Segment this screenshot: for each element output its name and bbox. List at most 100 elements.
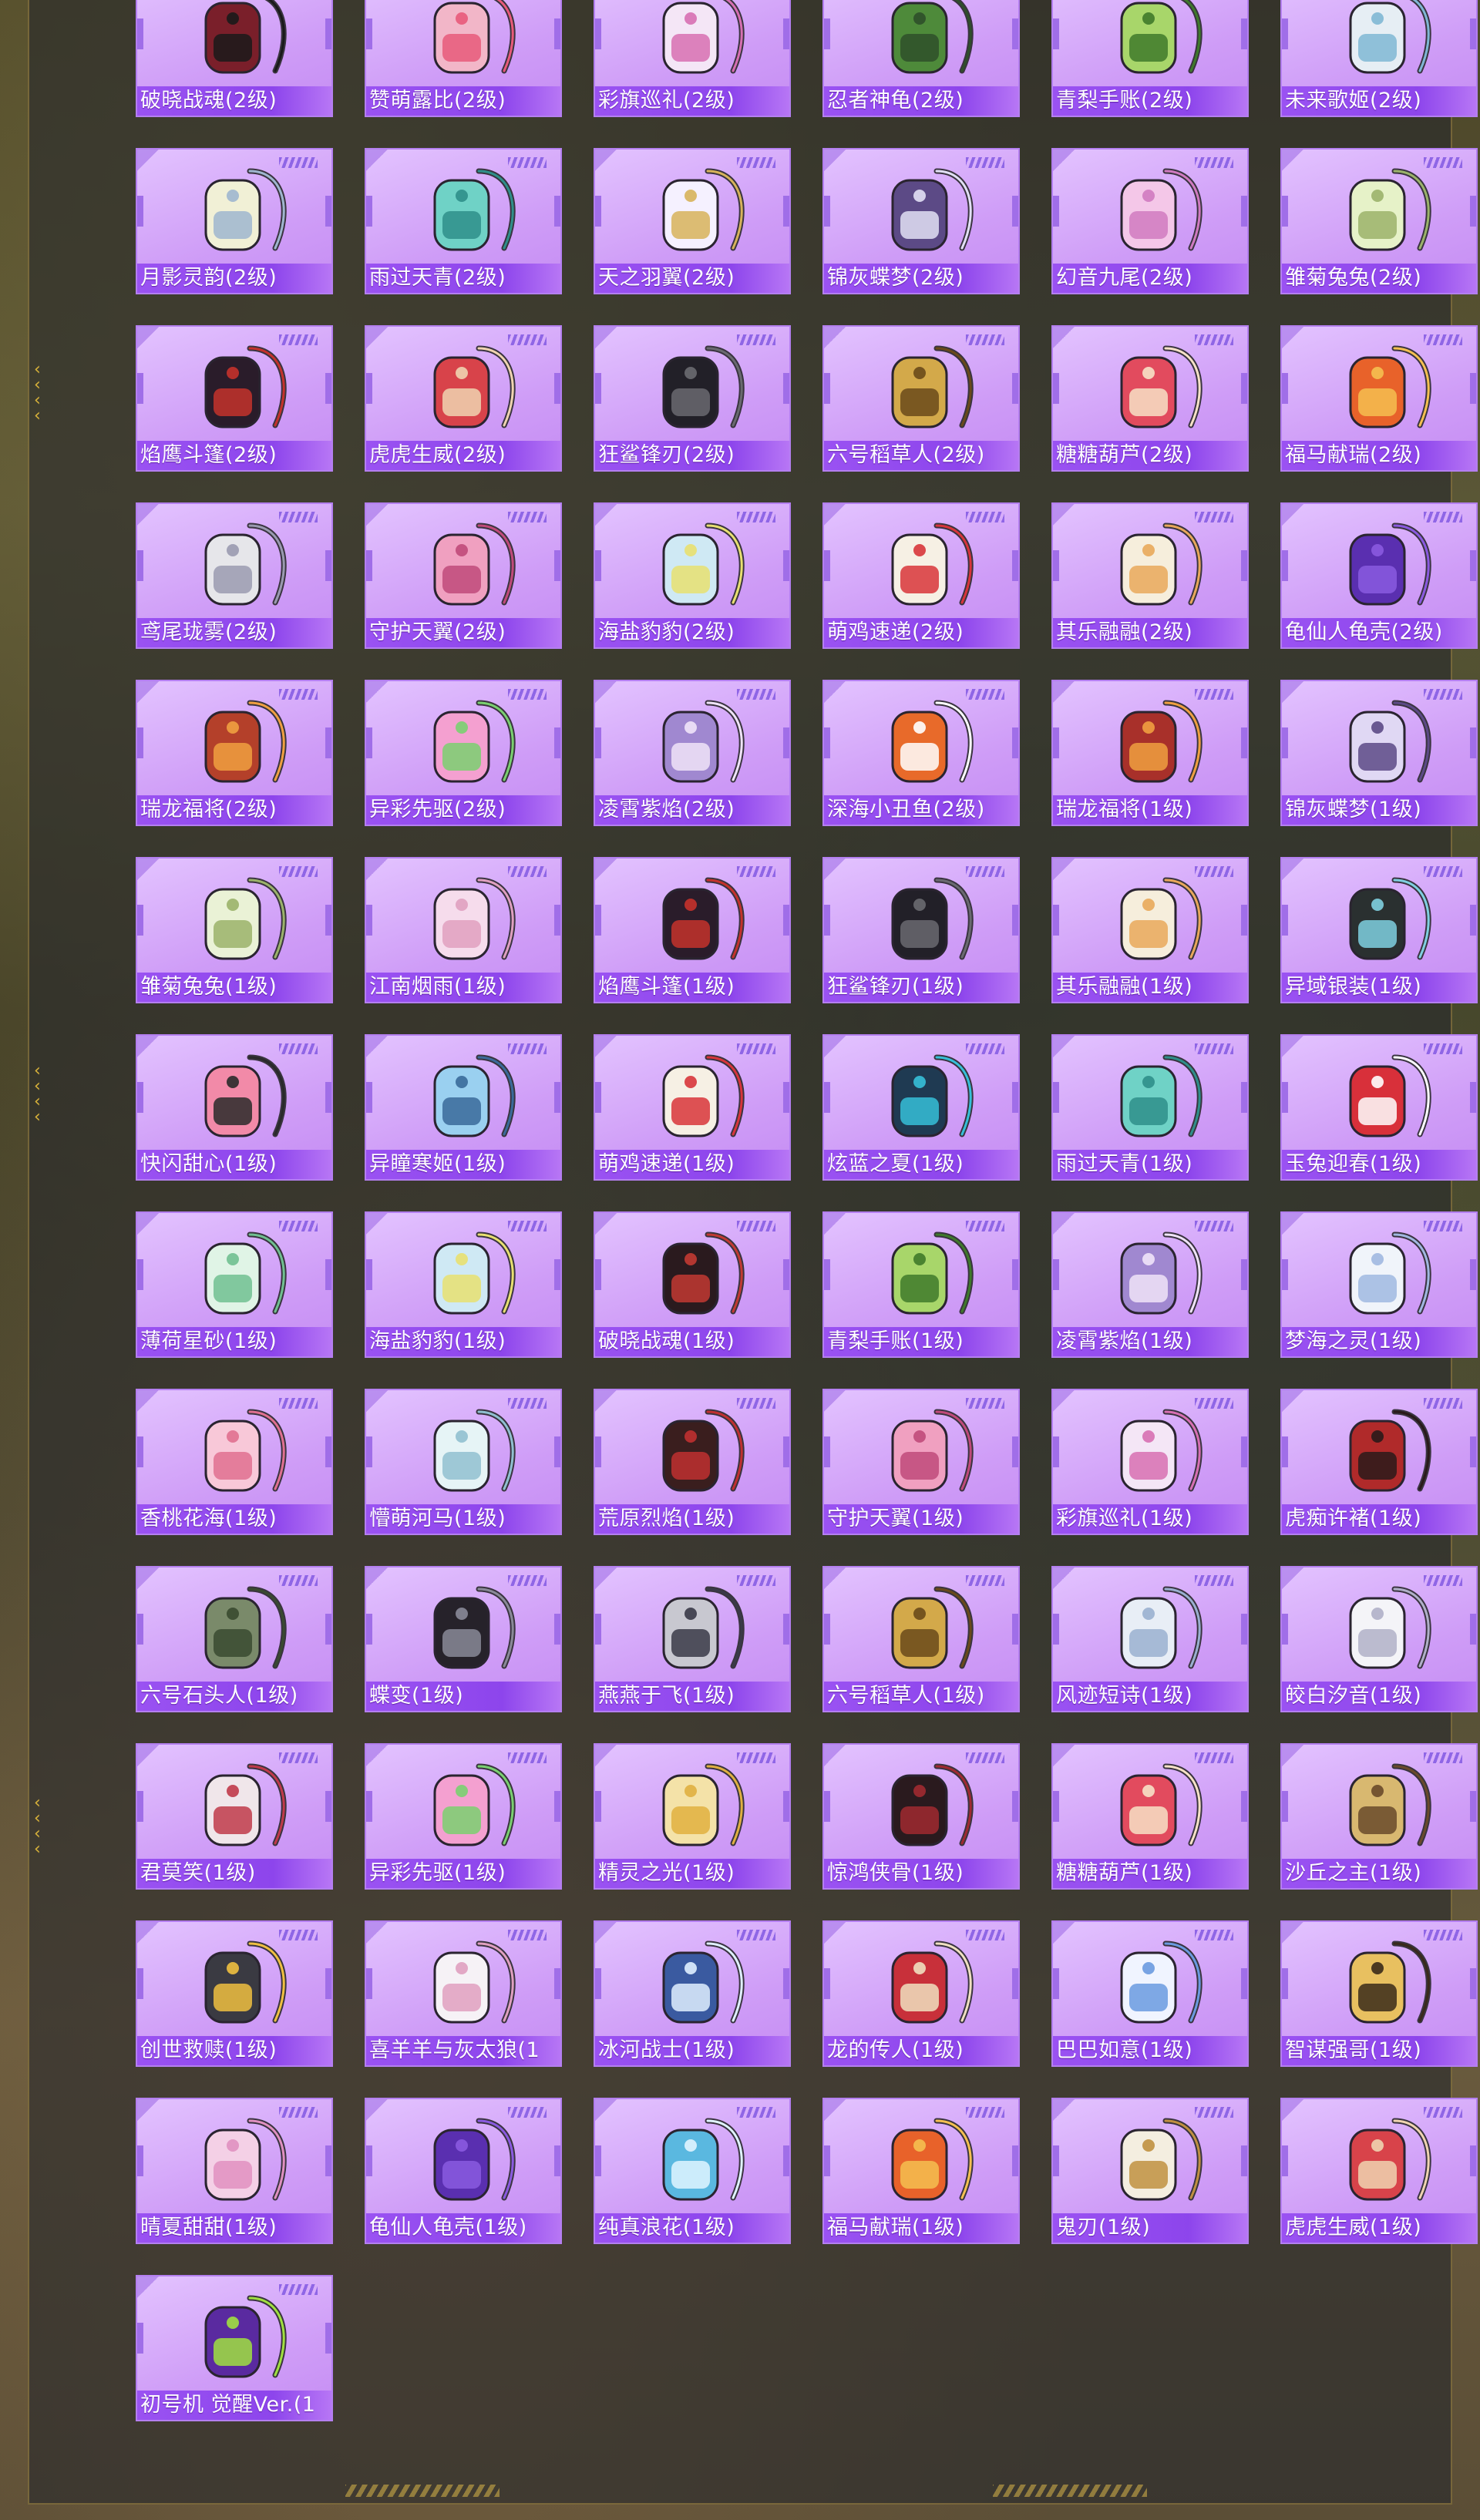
card-notch-decor bbox=[1241, 18, 1247, 49]
backpack-card[interactable]: 纯真浪花(1级) bbox=[594, 2098, 791, 2244]
backpack-card[interactable]: 锦灰蝶梦(2级) bbox=[822, 148, 1020, 294]
backpack-card[interactable]: 破晓战魂(1级) bbox=[594, 1211, 791, 1358]
backpack-card[interactable]: 异域银装(1级) bbox=[1280, 857, 1478, 1003]
backpack-icon bbox=[891, 522, 974, 606]
backpack-name: 幻音九尾(2级) bbox=[1053, 264, 1247, 293]
backpack-card[interactable]: 锦灰蝶梦(1级) bbox=[1280, 680, 1478, 826]
backpack-name: 破晓战魂(2级) bbox=[137, 86, 331, 116]
backpack-card[interactable]: 异瞳寒姬(1级) bbox=[365, 1034, 562, 1181]
backpack-card[interactable]: 虎虎生威(1级) bbox=[1280, 2098, 1478, 2244]
backpack-card[interactable]: 智谋强哥(1级) bbox=[1280, 1920, 1478, 2067]
backpack-card[interactable]: 六号稻草人(1级) bbox=[822, 1566, 1020, 1712]
backpack-card[interactable]: 忍者神龟(2级) bbox=[822, 0, 1020, 117]
card-notch-decor bbox=[1282, 2145, 1288, 2176]
card-corner-decor bbox=[1053, 1922, 1075, 1944]
backpack-card[interactable]: 凌霄紫焰(2级) bbox=[594, 680, 791, 826]
backpack-card[interactable]: 彩旗巡礼(2级) bbox=[594, 0, 791, 117]
backpack-card[interactable]: 江南烟雨(1级) bbox=[365, 857, 562, 1003]
card-notch-decor bbox=[325, 1614, 331, 1645]
backpack-card[interactable]: 香桃花海(1级) bbox=[136, 1389, 333, 1535]
backpack-card[interactable]: 异彩先驱(2级) bbox=[365, 680, 562, 826]
backpack-card[interactable]: 萌鸡速递(1级) bbox=[594, 1034, 791, 1181]
backpack-card[interactable]: 龙的传人(1级) bbox=[822, 1920, 1020, 2067]
backpack-card[interactable]: 风迹短诗(1级) bbox=[1051, 1566, 1249, 1712]
card-notch-decor bbox=[595, 1436, 601, 1467]
backpack-card[interactable]: 深海小丑鱼(2级) bbox=[822, 680, 1020, 826]
backpack-card[interactable]: 守护天翼(1级) bbox=[822, 1389, 1020, 1535]
backpack-card[interactable]: 鬼刃(1级) bbox=[1051, 2098, 1249, 2244]
backpack-card[interactable]: 六号稻草人(2级) bbox=[822, 325, 1020, 472]
backpack-card[interactable]: 焰鹰斗篷(1级) bbox=[594, 857, 791, 1003]
backpack-card[interactable]: 虎虎生威(2级) bbox=[365, 325, 562, 472]
backpack-card[interactable]: 萌鸡速递(2级) bbox=[822, 502, 1020, 649]
backpack-card[interactable]: 未来歌姬(2级) bbox=[1280, 0, 1478, 117]
backpack-card[interactable]: 凌霄紫焰(1级) bbox=[1051, 1211, 1249, 1358]
backpack-card[interactable]: 雨过天青(1级) bbox=[1051, 1034, 1249, 1181]
backpack-card[interactable]: 惊鸿侠骨(1级) bbox=[822, 1743, 1020, 1890]
backpack-card[interactable]: 异彩先驱(1级) bbox=[365, 1743, 562, 1890]
backpack-card[interactable]: 荒原烈焰(1级) bbox=[594, 1389, 791, 1535]
backpack-card[interactable]: 沙丘之主(1级) bbox=[1280, 1743, 1478, 1890]
backpack-card[interactable]: 天之羽翼(2级) bbox=[594, 148, 791, 294]
backpack-icon bbox=[204, 2295, 287, 2378]
backpack-card[interactable]: 月影灵韵(2级) bbox=[136, 148, 333, 294]
backpack-card[interactable]: 初号机 觉醒Ver.(1 bbox=[136, 2275, 333, 2421]
backpack-card[interactable]: 玉兔迎春(1级) bbox=[1280, 1034, 1478, 1181]
backpack-card[interactable]: 晴夏甜甜(1级) bbox=[136, 2098, 333, 2244]
backpack-card[interactable]: 福马献瑞(1级) bbox=[822, 2098, 1020, 2244]
backpack-card[interactable]: 赞萌露比(2级) bbox=[365, 0, 562, 117]
backpack-card[interactable]: 狂鲨锋刃(1级) bbox=[822, 857, 1020, 1003]
card-corner-decor bbox=[1053, 1036, 1075, 1057]
backpack-card[interactable]: 虎痴许褚(1级) bbox=[1280, 1389, 1478, 1535]
card-corner-decor bbox=[137, 858, 159, 880]
backpack-card[interactable]: 君莫笑(1级) bbox=[136, 1743, 333, 1890]
backpack-card[interactable]: 快闪甜心(1级) bbox=[136, 1034, 333, 1181]
backpack-name: 萌鸡速递(2级) bbox=[824, 618, 1018, 647]
backpack-card[interactable]: 海盐豹豹(1级) bbox=[365, 1211, 562, 1358]
backpack-card[interactable]: 六号石头人(1级) bbox=[136, 1566, 333, 1712]
backpack-card[interactable]: 巴巴如意(1级) bbox=[1051, 1920, 1249, 2067]
backpack-card[interactable]: 瑞龙福将(1级) bbox=[1051, 680, 1249, 826]
backpack-card[interactable]: 狂鲨锋刃(2级) bbox=[594, 325, 791, 472]
backpack-card[interactable]: 创世救赎(1级) bbox=[136, 1920, 333, 2067]
backpack-card[interactable]: 薄荷星砂(1级) bbox=[136, 1211, 333, 1358]
backpack-card[interactable]: 冰河战士(1级) bbox=[594, 1920, 791, 2067]
backpack-card[interactable]: 糖糖葫芦(1级) bbox=[1051, 1743, 1249, 1890]
backpack-card[interactable]: 喜羊羊与灰太狼(1 bbox=[365, 1920, 562, 2067]
backpack-card[interactable]: 龟仙人龟壳(2级) bbox=[1280, 502, 1478, 649]
backpack-card[interactable]: 糖糖葫芦(2级) bbox=[1051, 325, 1249, 472]
backpack-icon bbox=[1120, 1940, 1202, 2024]
backpack-card[interactable]: 精灵之光(1级) bbox=[594, 1743, 791, 1890]
backpack-card[interactable]: 青梨手账(2级) bbox=[1051, 0, 1249, 117]
backpack-card[interactable]: 彩旗巡礼(1级) bbox=[1051, 1389, 1249, 1535]
backpack-card[interactable]: 雏菊兔兔(1级) bbox=[136, 857, 333, 1003]
backpack-card[interactable]: 青梨手账(1级) bbox=[822, 1211, 1020, 1358]
backpack-card[interactable]: 福马献瑞(2级) bbox=[1280, 325, 1478, 472]
backpack-card[interactable]: 梦海之灵(1级) bbox=[1280, 1211, 1478, 1358]
backpack-card[interactable]: 皎白汐音(1级) bbox=[1280, 1566, 1478, 1712]
card-notch-decor bbox=[1470, 196, 1476, 227]
backpack-card[interactable]: 龟仙人龟壳(1级) bbox=[365, 2098, 562, 2244]
backpack-icon bbox=[891, 1231, 974, 1315]
backpack-card[interactable]: 海盐豹豹(2级) bbox=[594, 502, 791, 649]
backpack-card[interactable]: 雏菊兔兔(2级) bbox=[1280, 148, 1478, 294]
backpack-icon bbox=[433, 700, 516, 783]
backpack-card[interactable]: 焰鹰斗篷(2级) bbox=[136, 325, 333, 472]
backpack-card[interactable]: 炫蓝之夏(1级) bbox=[822, 1034, 1020, 1181]
backpack-card[interactable]: 破晓战魂(2级) bbox=[136, 0, 333, 117]
backpack-icon bbox=[662, 1586, 745, 1669]
backpack-card[interactable]: 雨过天青(2级) bbox=[365, 148, 562, 294]
backpack-card[interactable]: 守护天翼(2级) bbox=[365, 502, 562, 649]
backpack-icon bbox=[1349, 1231, 1431, 1315]
backpack-card[interactable]: 蝶变(1级) bbox=[365, 1566, 562, 1712]
card-corner-decor bbox=[1282, 858, 1303, 880]
backpack-icon bbox=[891, 1054, 974, 1137]
backpack-card[interactable]: 懵萌河马(1级) bbox=[365, 1389, 562, 1535]
backpack-card[interactable]: 幻音九尾(2级) bbox=[1051, 148, 1249, 294]
backpack-card[interactable]: 鸢尾珑雾(2级) bbox=[136, 502, 333, 649]
backpack-card[interactable]: 其乐融融(1级) bbox=[1051, 857, 1249, 1003]
backpack-card[interactable]: 燕燕于飞(1级) bbox=[594, 1566, 791, 1712]
card-notch-decor bbox=[1012, 727, 1018, 758]
backpack-card[interactable]: 其乐融融(2级) bbox=[1051, 502, 1249, 649]
backpack-card[interactable]: 瑞龙福将(2级) bbox=[136, 680, 333, 826]
